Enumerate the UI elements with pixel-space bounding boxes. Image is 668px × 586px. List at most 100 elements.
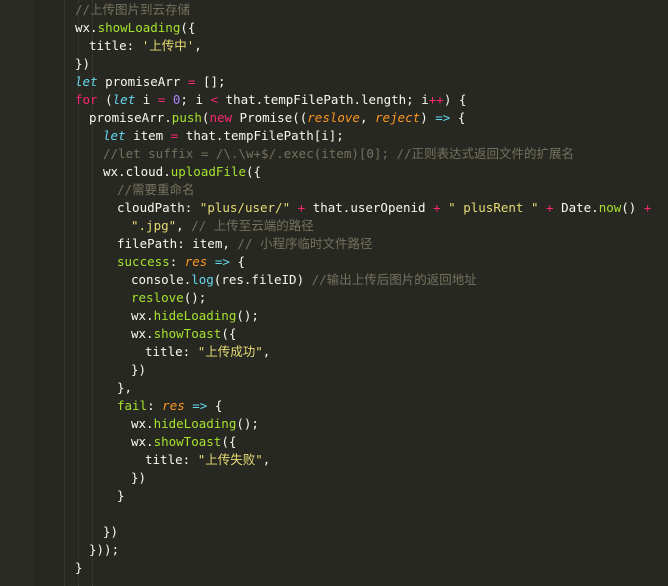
code-token-comment: //let suffix = /\.\w+$/.exec(item)[0]; /… bbox=[103, 146, 575, 161]
code-token-string: ".jpg" bbox=[131, 218, 177, 233]
code-line[interactable]: wx.cloud.uploadFile({ bbox=[0, 163, 668, 181]
code-line[interactable]: //上传图片到云存储 bbox=[0, 1, 668, 19]
code-token-func: fail bbox=[117, 398, 148, 413]
code-token-text: promiseArr. bbox=[89, 110, 172, 125]
code-token-text: wx. bbox=[131, 326, 154, 341]
code-line[interactable]: }) bbox=[0, 469, 668, 487]
code-line[interactable]: } bbox=[0, 559, 668, 577]
code-token-text: ({ bbox=[221, 326, 237, 341]
code-token-text: , bbox=[176, 218, 192, 233]
code-token-text: wx. bbox=[131, 434, 154, 449]
code-token-text: ( bbox=[97, 92, 113, 107]
code-token-text: wx. bbox=[131, 308, 154, 323]
code-token-param: reject bbox=[375, 110, 421, 125]
code-line[interactable]: wx.hideLoading(); bbox=[0, 307, 668, 325]
code-line[interactable]: fail: res => { bbox=[0, 397, 668, 415]
code-token-text: { bbox=[207, 398, 223, 413]
code-line[interactable] bbox=[0, 505, 668, 523]
code-token-text: (); bbox=[236, 308, 259, 323]
code-token-text: item bbox=[125, 128, 171, 143]
code-line[interactable]: })); bbox=[0, 541, 668, 559]
code-line[interactable]: //let suffix = /\.\w+$/.exec(item)[0]; /… bbox=[0, 145, 668, 163]
code-token-func: hideLoading bbox=[153, 308, 237, 323]
code-token-func: uploadFile bbox=[170, 164, 246, 179]
code-token-storage: let bbox=[112, 92, 136, 107]
code-line[interactable]: }) bbox=[0, 523, 668, 541]
code-token-keyword: + bbox=[433, 200, 441, 215]
code-line[interactable]: } bbox=[0, 487, 668, 505]
code-token-support: log bbox=[191, 272, 214, 287]
code-line[interactable]: wx.hideLoading(); bbox=[0, 415, 668, 433]
code-token-string: "上传失败" bbox=[197, 452, 263, 467]
code-line[interactable]: success: res => { bbox=[0, 253, 668, 271]
code-token-text: (); bbox=[236, 416, 259, 431]
code-line[interactable]: reslove(); bbox=[0, 289, 668, 307]
code-token-func: hideLoading bbox=[153, 416, 237, 431]
code-line[interactable]: cloudPath: "plus/user/" + that.userOpeni… bbox=[0, 199, 668, 217]
code-token-text: }) bbox=[131, 470, 147, 485]
code-token-param: res bbox=[184, 254, 208, 269]
code-line[interactable]: console.log(res.fileID) //输出上传后图片的返回地址 bbox=[0, 271, 668, 289]
code-token-text: that.userOpenid bbox=[305, 200, 434, 215]
code-token-text: : bbox=[169, 254, 185, 269]
code-line[interactable]: filePath: item, // 小程序临时文件路径 bbox=[0, 235, 668, 253]
code-token-func: now bbox=[598, 200, 622, 215]
code-token-func: push bbox=[171, 110, 202, 125]
code-token-text: ({ bbox=[246, 164, 262, 179]
code-token-text: i bbox=[135, 92, 158, 107]
code-line[interactable]: title: '上传中', bbox=[0, 37, 668, 55]
code-line[interactable]: ".jpg", // 上传至云端的路径 bbox=[0, 217, 668, 235]
code-line[interactable]: }) bbox=[0, 361, 668, 379]
code-token-text: { bbox=[450, 110, 466, 125]
code-token-text: ({ bbox=[221, 434, 237, 449]
code-token-text: title: bbox=[145, 344, 198, 359]
code-token-text: })); bbox=[89, 542, 120, 557]
code-token-text: that.tempFilePath.length; i bbox=[218, 92, 429, 107]
code-token-text: filePath: item, bbox=[117, 236, 238, 251]
code-area[interactable]: //上传图片到云存储 wx.showLoading({title: '上传中',}… bbox=[0, 1, 668, 577]
code-line[interactable]: wx.showToast({ bbox=[0, 325, 668, 343]
code-line[interactable]: promiseArr.push(new Promise((reslove, re… bbox=[0, 109, 668, 127]
code-token-text: promiseArr bbox=[97, 74, 188, 89]
code-token-string: "plus/user/" bbox=[199, 200, 291, 215]
code-token-text: } bbox=[75, 560, 83, 575]
code-token-text: wx. bbox=[75, 20, 98, 35]
code-token-func: showToast bbox=[153, 326, 222, 341]
code-token-storage: => bbox=[214, 254, 230, 269]
code-token-text: Date. bbox=[553, 200, 599, 215]
code-line[interactable]: //需要重命名 bbox=[0, 181, 668, 199]
code-token-storage: let bbox=[103, 128, 126, 143]
code-token-comment: // 上传至云端的路径 bbox=[191, 218, 314, 233]
code-line[interactable]: wx.showToast({ bbox=[0, 433, 668, 451]
code-line[interactable]: }) bbox=[0, 55, 668, 73]
code-token-text: { bbox=[229, 254, 245, 269]
code-token-storage: => bbox=[435, 110, 451, 125]
code-token-comment: //需要重命名 bbox=[117, 182, 195, 197]
code-token-keyword: for bbox=[75, 92, 98, 107]
code-token-comment: // 小程序临时文件路径 bbox=[237, 236, 373, 251]
code-line[interactable]: let promiseArr = []; bbox=[0, 73, 668, 91]
code-line[interactable]: title: "上传成功", bbox=[0, 343, 668, 361]
code-token-keyword: < bbox=[210, 92, 219, 107]
code-line[interactable]: let item = that.tempFilePath[i]; bbox=[0, 127, 668, 145]
code-token-func: reslove bbox=[131, 290, 184, 305]
code-token-param: reslove bbox=[307, 110, 360, 125]
code-token-text: wx.cloud. bbox=[103, 164, 171, 179]
code-token-text: that.tempFilePath[i]; bbox=[178, 128, 344, 143]
code-line[interactable]: for (let i = 0; i < that.tempFilePath.le… bbox=[0, 91, 668, 109]
code-line[interactable]: wx.showLoading({ bbox=[0, 19, 668, 37]
code-token-keyword: + bbox=[643, 200, 652, 215]
code-token-text: () bbox=[621, 200, 644, 215]
code-token-text: }) bbox=[75, 56, 91, 71]
code-token-text: wx. bbox=[131, 416, 154, 431]
code-token-text: title: bbox=[89, 38, 142, 53]
code-token-text: console bbox=[131, 272, 184, 287]
code-token-param: res bbox=[162, 398, 185, 413]
code-token-text: title: bbox=[145, 452, 198, 467]
code-editor[interactable]: //上传图片到云存储 wx.showLoading({title: '上传中',}… bbox=[0, 0, 668, 586]
code-line[interactable]: title: "上传失败", bbox=[0, 451, 668, 469]
code-line[interactable]: }, bbox=[0, 379, 668, 397]
